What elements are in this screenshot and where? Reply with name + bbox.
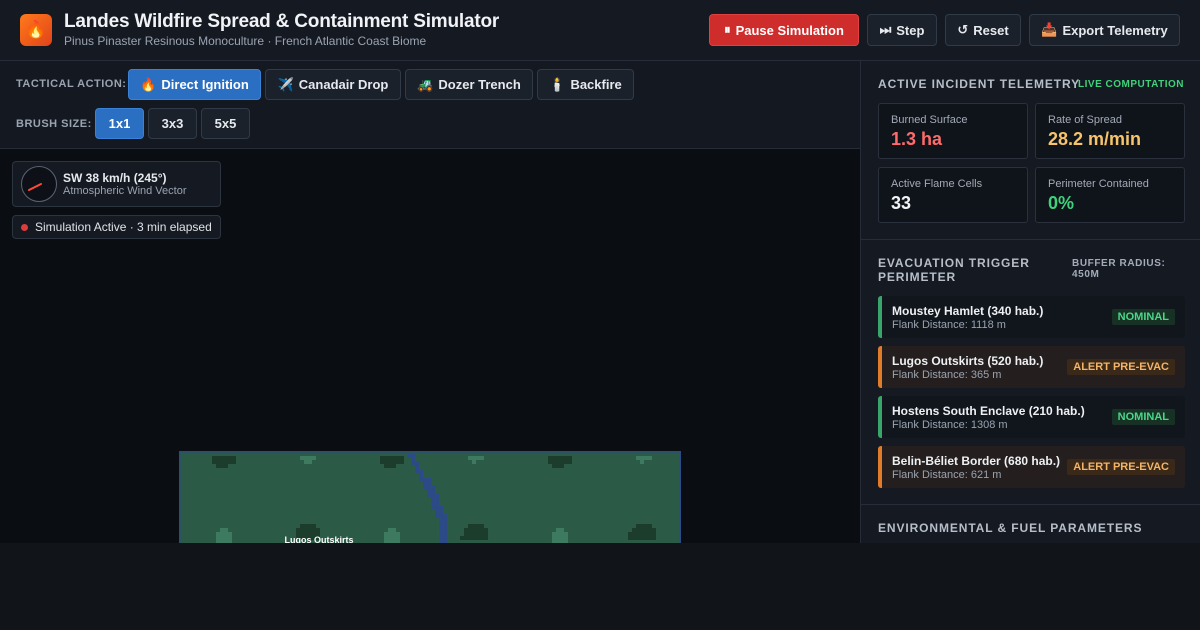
metric-label: Rate of Spread — [1048, 114, 1122, 126]
status-badge: ALERT PRE-EVAC — [1067, 359, 1175, 375]
wind-indicator: SW 38 km/h (245°) Atmospheric Wind Vecto… — [12, 161, 221, 207]
pause-icon: ⏸ — [724, 22, 731, 37]
export-telemetry-label: Export Telemetry — [1062, 22, 1168, 38]
terrain-grid-canvas[interactable]: Lugos Outskirts — [177, 449, 683, 543]
reset-label: Reset — [973, 22, 1009, 38]
app-header: 🔥 Landes Wildfire Spread & Containment S… — [0, 0, 1200, 61]
status-bar — [878, 396, 882, 438]
simulation-map-area[interactable]: SW 38 km/h (245°) Atmospheric Wind Vecto… — [0, 149, 860, 543]
wind-arrow-icon — [28, 183, 42, 191]
metric-label: Active Flame Cells — [891, 178, 983, 190]
status-bar — [878, 446, 882, 488]
incident-telemetry-title: Active Incident Telemetry — [878, 77, 1081, 91]
evac-zone-moustey[interactable]: Moustey Hamlet (340 hab.) Flank Distance… — [878, 296, 1185, 338]
metric-label: Burned Surface — [891, 114, 968, 126]
metric-perimeter-contained: Perimeter Contained 0% — [1035, 167, 1185, 223]
metric-label: Perimeter Contained — [1048, 178, 1149, 190]
evac-zone-belin-beliet[interactable]: Belin-Béliet Border (680 hab.) Flank Dis… — [878, 446, 1185, 488]
wind-speed-direction: SW 38 km/h (245°) — [63, 171, 167, 185]
metric-value: 0% — [1048, 193, 1075, 213]
metric-value: 33 — [891, 193, 912, 213]
tool-canadair-drop-button[interactable]: ✈️ Canadair Drop — [265, 69, 401, 100]
terrain-grid[interactable]: Lugos Outskirts — [177, 449, 683, 543]
status-badge: NOMINAL — [1111, 409, 1175, 425]
status-bar — [878, 346, 882, 388]
brush-size-3x3-button[interactable]: 3x3 — [148, 108, 197, 139]
evac-zone-name: Lugos Outskirts (520 hab.) — [892, 354, 1044, 368]
tool-label-direct-ignition: Direct Ignition — [161, 77, 249, 92]
simulation-status-text: Simulation Active · 3 min elapsed — [35, 220, 212, 234]
evac-zone-distance: Flank Distance: 1308 m — [892, 419, 1008, 431]
fire-icon: 🔥 — [140, 76, 157, 92]
brush-size-1x1-button[interactable]: 1x1 — [95, 108, 144, 139]
simulator-app: 🔥 Landes Wildfire Spread & Containment S… — [0, 0, 1200, 543]
fire-logo-icon: 🔥 — [20, 14, 52, 46]
evac-zone-name: Belin-Béliet Border (680 hab.) — [892, 454, 1061, 468]
status-badge: ALERT PRE-EVAC — [1067, 459, 1175, 475]
tool-backfire-button[interactable]: 🕯️ Backfire — [537, 69, 634, 100]
tactical-action-label: TACTICAL ACTION: — [16, 78, 127, 90]
evac-zone-name: Hostens South Enclave (210 hab.) — [892, 404, 1085, 418]
status-badge: NOMINAL — [1111, 309, 1175, 325]
step-icon: ⏭ — [879, 22, 892, 37]
tractor-icon: 🚜 — [417, 76, 434, 92]
export-icon: 📥 — [1041, 22, 1058, 37]
tool-direct-ignition-button[interactable]: 🔥 Direct Ignition — [128, 69, 261, 100]
app-subtitle: Pinus Pinaster Resinous Monoculture · Fr… — [64, 34, 427, 48]
section-divider — [861, 504, 1200, 505]
tool-label-dozer-trench: Dozer Trench — [438, 77, 521, 92]
metric-rate-of-spread: Rate of Spread 28.2 m/min — [1035, 103, 1185, 159]
section-divider — [861, 239, 1200, 240]
environment-parameters-title: Environmental & Fuel Parameters — [878, 521, 1143, 535]
tool-dozer-trench-button[interactable]: 🚜 Dozer Trench — [405, 69, 533, 100]
live-computation-badge: LIVE COMPUTATION — [1078, 79, 1184, 90]
metric-burned-surface: Burned Surface 1.3 ha — [878, 103, 1028, 159]
step-button[interactable]: ⏭ Step — [867, 14, 937, 46]
evac-zone-hostens[interactable]: Hostens South Enclave (210 hab.) Flank D… — [878, 396, 1185, 438]
brush-size-5x5-button[interactable]: 5x5 — [201, 108, 250, 139]
tool-label-backfire: Backfire — [570, 77, 622, 92]
telemetry-panel: Active Incident Telemetry LIVE COMPUTATI… — [860, 61, 1200, 543]
status-dot-icon — [21, 223, 28, 231]
airplane-icon: ✈️ — [277, 76, 294, 92]
tool-label-canadair-drop: Canadair Drop — [298, 77, 389, 92]
pause-simulation-label: Pause Simulation — [735, 22, 844, 38]
evac-zone-lugos[interactable]: Lugos Outskirts (520 hab.) Flank Distanc… — [878, 346, 1185, 388]
export-telemetry-button[interactable]: 📥 Export Telemetry — [1029, 14, 1180, 46]
wind-vector-label: Atmospheric Wind Vector — [63, 185, 187, 197]
evac-zone-distance: Flank Distance: 621 m — [892, 469, 1002, 481]
wind-compass-icon — [21, 166, 57, 202]
place-label-lugos: Lugos Outskirts — [284, 535, 353, 543]
brush-size-label: BRUSH SIZE: — [16, 118, 92, 130]
evac-zone-distance: Flank Distance: 365 m — [892, 369, 1002, 381]
candle-icon: 🕯️ — [549, 76, 566, 92]
metric-value: 1.3 ha — [891, 129, 943, 149]
step-label: Step — [896, 22, 925, 38]
metric-active-flame-cells: Active Flame Cells 33 — [878, 167, 1028, 223]
reset-icon: ↺ — [957, 22, 969, 37]
simulation-status-badge: Simulation Active · 3 min elapsed — [12, 215, 221, 239]
status-bar — [878, 296, 882, 338]
app-title: Landes Wildfire Spread & Containment Sim… — [64, 11, 500, 32]
buffer-radius-label: BUFFER RADIUS: 450M — [1072, 258, 1166, 280]
evac-zone-distance: Flank Distance: 1118 m — [892, 319, 1006, 331]
evacuation-perimeter-title: Evacuation Trigger Perimeter — [878, 256, 1030, 284]
metric-value: 28.2 m/min — [1048, 129, 1142, 149]
tool-toolbar: TACTICAL ACTION: 🔥 Direct Ignition ✈️ Ca… — [0, 61, 860, 149]
evac-zone-name: Moustey Hamlet (340 hab.) — [892, 304, 1044, 318]
reset-button[interactable]: ↺ Reset — [945, 14, 1021, 46]
pause-simulation-button[interactable]: ⏸ Pause Simulation — [709, 14, 859, 46]
